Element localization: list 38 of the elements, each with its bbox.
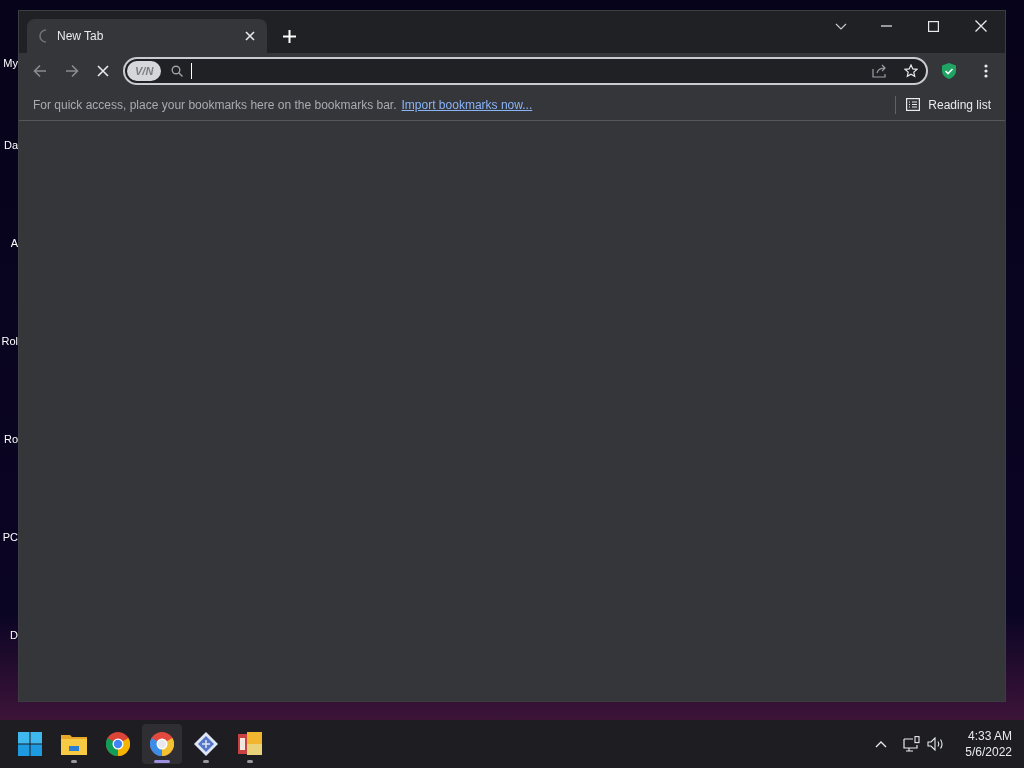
desktop-icon-label[interactable]: A: [10, 238, 18, 249]
tab-search-icon[interactable]: [835, 22, 847, 30]
windows-logo-icon: [18, 732, 42, 756]
taskbar-app[interactable]: [142, 724, 182, 764]
desktop-icon-label[interactable]: Rol: [1, 336, 18, 347]
browser-logo-icon: [106, 732, 130, 756]
new-tab-icon[interactable]: [283, 30, 296, 43]
bookmark-star-icon[interactable]: [904, 64, 918, 78]
stop-loading-icon[interactable]: [97, 65, 109, 77]
browser-tab[interactable]: New Tab: [27, 19, 267, 53]
tab-title: New Tab: [57, 28, 105, 45]
clock-time[interactable]: 4:33 AM: [967, 728, 1012, 744]
list-icon: [906, 98, 921, 111]
share-icon[interactable]: [872, 64, 887, 78]
search-icon: [171, 65, 184, 77]
close-tab-icon[interactable]: [245, 31, 255, 41]
forward-arrow-icon[interactable]: [65, 64, 79, 78]
bookmarks-hint: For quick access, place your bookmarks here on the bookmarks bar.: [33, 96, 397, 114]
desktop-icon-label[interactable]: Ro: [3, 434, 18, 445]
diamond-grid-icon: [194, 732, 218, 756]
desktop-icon-label[interactable]: Da: [3, 140, 18, 151]
browser-logo-icon: [150, 732, 174, 756]
clock-date[interactable]: 5/6/2022: [965, 744, 1012, 760]
tiles-icon: [238, 732, 262, 756]
shield-check-icon[interactable]: [942, 63, 956, 79]
speaker-icon[interactable]: [927, 737, 946, 751]
chevron-up-icon[interactable]: [875, 740, 888, 748]
close-icon[interactable]: [975, 20, 987, 32]
reading-list-button[interactable]: Reading list: [906, 95, 991, 114]
desktop-icon-label[interactable]: PC: [2, 532, 18, 543]
maximize-icon[interactable]: [928, 20, 939, 32]
desktop-icon-label[interactable]: My: [3, 58, 18, 69]
import-bookmarks-link[interactable]: Import bookmarks now...: [401, 95, 533, 114]
back-arrow-icon[interactable]: [33, 64, 47, 78]
network-icon[interactable]: [903, 736, 921, 752]
desktop-icon-label[interactable]: D: [10, 630, 18, 641]
menu-icon[interactable]: [984, 64, 988, 78]
folder-icon: [61, 733, 87, 755]
